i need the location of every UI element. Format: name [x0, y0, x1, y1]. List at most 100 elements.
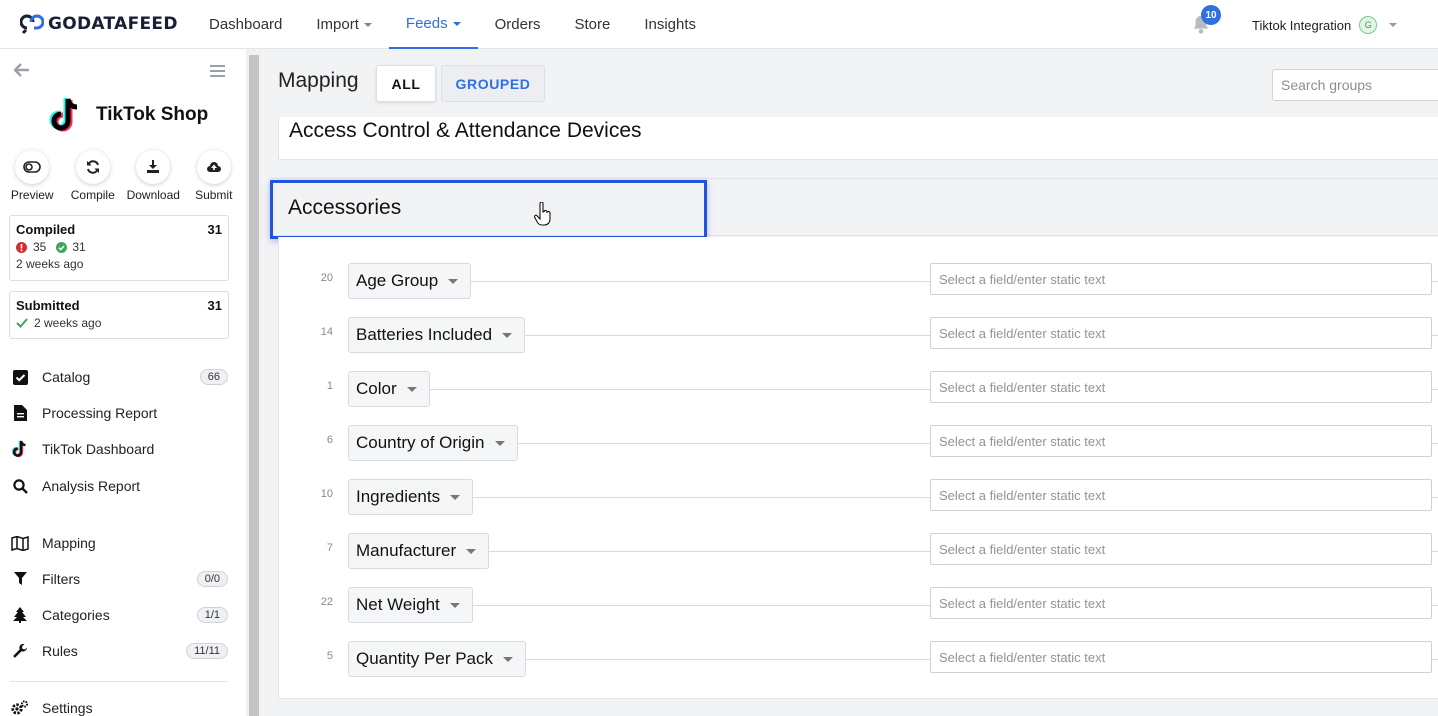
sidebar-divider [10, 681, 228, 682]
action-label: Compile [70, 188, 115, 202]
search-groups-input[interactable] [1272, 69, 1438, 101]
nav-label: Feeds [405, 15, 448, 32]
attribute-count: 6 [326, 434, 333, 446]
attribute-label: Country of Origin [356, 433, 485, 452]
refresh-icon [86, 160, 99, 174]
back-arrow-icon[interactable] [14, 63, 30, 77]
attribute-count: 7 [326, 542, 333, 554]
sidebar-item-rules[interactable]: Rules 11/11 [10, 639, 228, 663]
view-all-button[interactable]: ALL [376, 65, 436, 102]
compile-button[interactable]: Compile [63, 150, 123, 202]
caret-down-icon [452, 21, 461, 26]
sidebar-scrollbar-thumb[interactable] [249, 55, 259, 716]
compiled-success: 31 [72, 240, 86, 254]
filter-icon [13, 572, 27, 585]
attribute-dropdown[interactable]: Age Group [348, 263, 472, 299]
attribute-dropdown[interactable]: Batteries Included [348, 317, 526, 353]
hamburger-icon[interactable] [210, 65, 225, 80]
toggle-icon [23, 161, 42, 173]
field-mapping-input[interactable] [930, 371, 1432, 403]
sidebar-item-tiktok-dashboard[interactable]: TikTok Dashboard [10, 437, 228, 461]
tiktok-icon [12, 440, 26, 458]
nav-insights[interactable]: Insights [627, 0, 713, 49]
account-name: Tiktok Integration [1252, 17, 1352, 33]
caret-down-icon [406, 386, 417, 392]
sidebar-item-label: Settings [42, 700, 93, 716]
shop-header: TikTok Shop [46, 95, 208, 135]
attribute-label: Ingredients [356, 487, 441, 506]
caret-down-icon [449, 602, 460, 608]
filters-count-badge: 0/0 [196, 571, 228, 587]
map-icon [11, 535, 29, 551]
notification-badge: 10 [1201, 5, 1221, 25]
nav-store[interactable]: Store [557, 0, 627, 49]
submitted-label: Submitted [16, 298, 80, 313]
feed-actions: Preview Compile Download Submit [0, 150, 246, 202]
attribute-count: 14 [320, 326, 333, 338]
submitted-time: 2 weeks ago [34, 316, 102, 330]
sidebar: TikTok Shop Preview Compile Download Sub… [0, 49, 246, 716]
account-badge: G [1359, 16, 1378, 34]
preview-button[interactable]: Preview [2, 150, 62, 202]
page-title: Mapping [278, 69, 359, 92]
shop-title: TikTok Shop [96, 104, 209, 125]
sidebar-item-analysis-report[interactable]: Analysis Report [10, 474, 228, 498]
field-mapping-input[interactable] [930, 425, 1432, 457]
field-mapping-input[interactable] [930, 641, 1432, 673]
account-menu[interactable]: Tiktok Integration G [1252, 16, 1398, 34]
submitted-card[interactable]: Submitted 31 2 weeks ago [9, 291, 229, 339]
nav-feeds[interactable]: Feeds [388, 0, 478, 49]
caret-down-icon [448, 278, 459, 284]
attribute-dropdown[interactable]: Manufacturer [348, 533, 490, 569]
caret-down-icon [363, 22, 372, 27]
caret-down-icon [466, 548, 477, 554]
sidebar-item-catalog[interactable]: Catalog 66 [10, 365, 228, 389]
sidebar-item-label: Mapping [42, 535, 96, 551]
submit-button[interactable]: Submit [184, 150, 244, 202]
attribute-label: Net Weight [356, 595, 440, 614]
catalog-count-badge: 66 [199, 369, 228, 385]
nav-label: Insights [644, 16, 697, 33]
sidebar-item-label: TikTok Dashboard [42, 441, 155, 457]
group-header-accessories[interactable]: Accessories [270, 178, 1438, 236]
field-mapping-input[interactable] [930, 263, 1432, 295]
view-grouped-button[interactable]: GROUPED [441, 65, 545, 102]
godatafeed-logo[interactable]: GODATAFEED [20, 12, 178, 36]
mapping-row: 5 Quantity Per Pack [279, 641, 1438, 677]
caret-down-icon [503, 656, 514, 662]
compiled-card[interactable]: Compiled 31 35 31 2 weeks ago [9, 215, 229, 281]
sidebar-item-categories[interactable]: Categories 1/1 [10, 603, 228, 627]
field-mapping-input[interactable] [930, 533, 1432, 565]
attribute-dropdown[interactable]: Color [348, 371, 430, 407]
sidebar-item-mapping[interactable]: Mapping [10, 531, 228, 555]
mapping-row: 10 Ingredients [279, 479, 1438, 515]
group-panel[interactable]: Access Control & Attendance Devices [278, 117, 1438, 160]
group-title: Accessories [288, 196, 402, 219]
sidebar-item-label: Processing Report [42, 405, 158, 421]
caret-down-icon [450, 494, 461, 500]
download-button[interactable]: Download [123, 150, 183, 202]
sidebar-item-settings[interactable]: Settings [10, 696, 228, 716]
rules-count-badge: 11/11 [186, 643, 228, 659]
field-mapping-input[interactable] [930, 479, 1432, 511]
sidebar-item-filters[interactable]: Filters 0/0 [10, 567, 228, 591]
attribute-dropdown[interactable]: Country of Origin [348, 425, 518, 461]
top-navbar: GODATAFEED Dashboard Import Feeds Orders… [0, 0, 1438, 49]
attribute-dropdown[interactable]: Net Weight [348, 587, 473, 623]
attribute-dropdown[interactable]: Ingredients [348, 479, 474, 515]
nav-import[interactable]: Import [299, 0, 389, 49]
compiled-count: 31 [207, 222, 222, 237]
categories-count-badge: 1/1 [196, 607, 228, 623]
cloud-upload-icon [206, 162, 221, 172]
compiled-time: 2 weeks ago [16, 257, 84, 271]
nav-dashboard[interactable]: Dashboard [192, 0, 299, 49]
field-mapping-input[interactable] [930, 317, 1432, 349]
success-icon [56, 241, 68, 253]
caret-down-icon [502, 332, 513, 338]
accessories-attributes: 20 Age Group 14 Batteries Included 1 Col… [278, 237, 1438, 699]
nav-orders[interactable]: Orders [478, 0, 558, 49]
field-mapping-input[interactable] [930, 587, 1432, 619]
nav-label: Import [316, 16, 359, 33]
attribute-dropdown[interactable]: Quantity Per Pack [348, 641, 527, 677]
sidebar-item-processing-report[interactable]: Processing Report [10, 401, 228, 425]
